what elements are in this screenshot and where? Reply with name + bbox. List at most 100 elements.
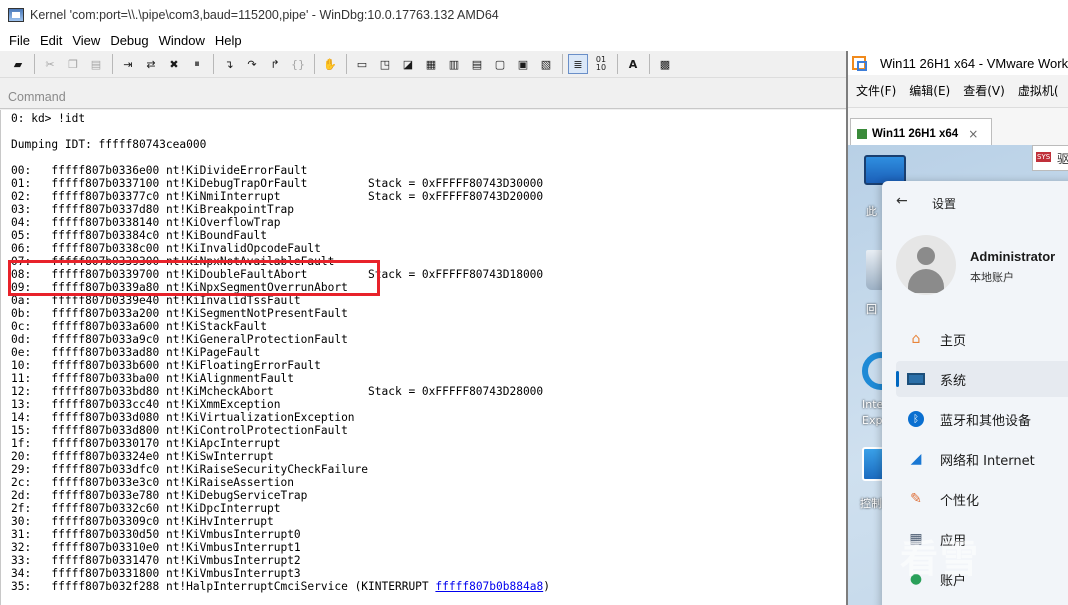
- idt-address: fffff807b033dfc0: [51, 463, 160, 476]
- nav-item-home[interactable]: ⌂ 主页: [896, 321, 1068, 357]
- idt-handler: nt!KiBreakpointTrap: [165, 203, 294, 216]
- vmware-menubar: 文件(F) 编辑(E) 查看(V) 虚拟机(: [848, 79, 1068, 101]
- idt-address: fffff807b033a200: [51, 307, 160, 320]
- avatar[interactable]: [896, 235, 956, 295]
- paste-icon[interactable]: ▤: [86, 54, 106, 74]
- nav-label: 蓝牙和其他设备: [940, 413, 1032, 429]
- memory-window-icon[interactable]: ▥: [444, 54, 464, 74]
- nav-item-system[interactable]: 系统: [896, 361, 1068, 397]
- menu-help[interactable]: Help: [210, 33, 247, 48]
- idt-vector: 05:: [11, 229, 52, 242]
- vm-menu-file[interactable]: 文件(F): [856, 82, 896, 99]
- idt-entry: 11: fffff807b033ba00 nt!KiAlignmentFault: [11, 372, 294, 385]
- idt-address: fffff807b033a9c0: [51, 333, 160, 346]
- idt-entry: 01: fffff807b0337100 nt!KiDebugTrapOrFau…: [11, 177, 543, 190]
- tab-close-icon[interactable]: ×: [968, 127, 978, 141]
- idt-address: fffff807b03384c0: [51, 229, 160, 242]
- locals-window-icon[interactable]: ◪: [398, 54, 418, 74]
- idt-vector: 0e:: [11, 346, 52, 359]
- vm-menu-view[interactable]: 查看(V): [963, 82, 1005, 99]
- idt-vector: 12:: [11, 385, 52, 398]
- idt-handler: nt!KiVmbusInterrupt0: [165, 528, 301, 541]
- toolbar-separator: [346, 54, 347, 74]
- disassembly-icon[interactable]: ▢: [490, 54, 510, 74]
- idt-handler: nt!HalpInterruptCmciService: [165, 580, 348, 593]
- menu-file[interactable]: File: [4, 33, 35, 48]
- vmware-title: Win11 26H1 x64 - VMware Work: [880, 55, 1068, 71]
- stop-debugging-icon[interactable]: ✖: [164, 54, 184, 74]
- processes-threads-icon[interactable]: ▧: [536, 54, 556, 74]
- idt-address: fffff807b0330170: [51, 437, 160, 450]
- idt-vector: 1f:: [11, 437, 52, 450]
- idt-vector: 20:: [11, 450, 52, 463]
- idt-extra-tail: ): [543, 580, 550, 593]
- idt-entry: 02: fffff807b03377c0 nt!KiNmiInterrupt S…: [11, 190, 543, 203]
- idt-entry: 31: fffff807b0330d50 nt!KiVmbusInterrupt…: [11, 528, 301, 541]
- step-out-icon[interactable]: ↱: [265, 54, 285, 74]
- idt-handler: nt!KiDebugTrapOrFault: [165, 177, 308, 190]
- nav-item-personalization[interactable]: ✎ 个性化: [896, 481, 1068, 517]
- menu-edit[interactable]: Edit: [35, 33, 67, 48]
- toolbar-separator: [112, 54, 113, 74]
- idt-vector: 2d:: [11, 489, 52, 502]
- nav-item-bluetooth[interactable]: ᛒ 蓝牙和其他设备: [896, 401, 1068, 437]
- registers-window-icon[interactable]: ▦: [421, 54, 441, 74]
- idt-entry: 2f: fffff807b0332c60 nt!KiDpcInterrupt: [11, 502, 280, 515]
- go-icon[interactable]: ⇥: [118, 54, 138, 74]
- idt-address: fffff807b033d080: [51, 411, 160, 424]
- settings-title: 设置: [932, 197, 957, 211]
- copy-icon[interactable]: ❐: [63, 54, 83, 74]
- toolbar-separator: [562, 54, 563, 74]
- break-icon[interactable]: ⏸: [187, 54, 207, 74]
- idt-handler: nt!KiRaiseAssertion: [165, 476, 294, 489]
- idt-address: fffff807b0337d80: [51, 203, 160, 216]
- idt-handler: nt!KiOverflowTrap: [165, 216, 281, 229]
- hand-icon[interactable]: ✋: [320, 54, 340, 74]
- idt-extra: Stack = 0xFFFFF80743D18000: [368, 268, 544, 281]
- step-over-icon[interactable]: ↷: [242, 54, 262, 74]
- back-arrow-icon[interactable]: ←: [896, 193, 908, 209]
- vm-menu-vm[interactable]: 虚拟机(: [1018, 82, 1059, 99]
- windbg-app-icon: [8, 8, 24, 22]
- restart-icon[interactable]: ⇄: [141, 54, 161, 74]
- open-folder-icon[interactable]: ▰: [8, 54, 28, 74]
- idt-handler: nt!KiStackFault: [165, 320, 267, 333]
- idt-vector: 02:: [11, 190, 52, 203]
- idt-address: fffff807b033bd80: [51, 385, 160, 398]
- idt-handler: nt!KiHvInterrupt: [165, 515, 274, 528]
- windbg-menubar: File Edit View Debug Window Help: [0, 30, 846, 51]
- network-icon: ◢: [910, 451, 922, 467]
- source-mode-icon[interactable]: ≣: [568, 54, 588, 74]
- command-output[interactable]: 0: kd> !idt Dumping IDT: fffff80743cea00…: [0, 110, 846, 605]
- idt-entry: 0d: fffff807b033a9c0 nt!KiGeneralProtect…: [11, 333, 348, 346]
- nav-label: 系统: [940, 373, 967, 389]
- call-stack-icon[interactable]: ▤: [467, 54, 487, 74]
- command-panel-label: Command: [8, 90, 66, 104]
- font-icon[interactable]: A: [623, 54, 643, 74]
- idt-handler: nt!KiNmiInterrupt: [165, 190, 281, 203]
- step-into-icon[interactable]: ↴: [219, 54, 239, 74]
- menu-view[interactable]: View: [67, 33, 105, 48]
- scratch-pad-icon[interactable]: ▣: [513, 54, 533, 74]
- kinterrupt-link[interactable]: fffff807b0b884a8: [435, 580, 543, 593]
- command-window-icon[interactable]: ▭: [352, 54, 372, 74]
- idt-address: fffff807b033e780: [51, 489, 160, 502]
- idt-address: fffff807b0332c60: [51, 502, 160, 515]
- menu-window[interactable]: Window: [154, 33, 210, 48]
- vm-menu-edit[interactable]: 编辑(E): [909, 82, 950, 99]
- vm-tab[interactable]: Win11 26H1 x64 ×: [850, 118, 992, 148]
- idt-address: fffff807b033b600: [51, 359, 160, 372]
- desktop-label-this-pc: 此: [866, 205, 877, 218]
- avatar-head: [917, 247, 935, 265]
- watch-window-icon[interactable]: ◳: [375, 54, 395, 74]
- user-name: Administrator: [970, 249, 1056, 264]
- nav-item-network[interactable]: ◢ 网络和 Internet: [896, 441, 1068, 477]
- binary-mode-icon[interactable]: 01 10: [591, 54, 611, 74]
- run-to-cursor-icon[interactable]: {}: [288, 54, 308, 74]
- idt-entry: 33: fffff807b0331470 nt!KiVmbusInterrupt…: [11, 554, 301, 567]
- sys-driver-window[interactable]: SYS 驱: [1032, 145, 1068, 171]
- menu-debug[interactable]: Debug: [105, 33, 153, 48]
- options-icon[interactable]: ▩: [655, 54, 675, 74]
- cut-icon[interactable]: ✂: [40, 54, 60, 74]
- idt-vector: 34:: [11, 567, 52, 580]
